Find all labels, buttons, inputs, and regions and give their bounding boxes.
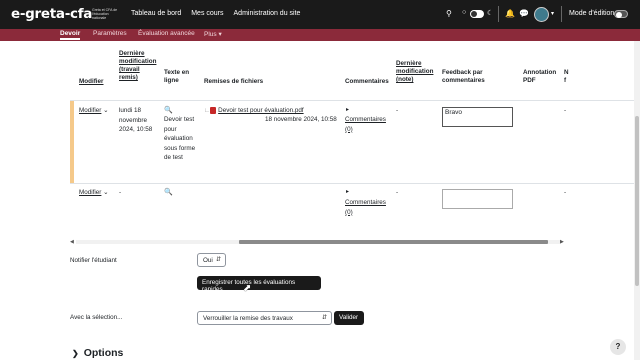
mouse-pointer-icon: ⬈: [243, 283, 252, 294]
bulk-label: Avec la sélection...: [70, 314, 123, 321]
header-derniere-modif-travail[interactable]: Dernière modification (travail remis): [119, 50, 159, 82]
nav-mes-cours[interactable]: Mes cours: [191, 10, 223, 17]
tab-parametres[interactable]: Paramètres: [93, 30, 127, 37]
row2-comments-toggle-icon[interactable]: ▸: [346, 188, 349, 198]
row-highlight: [70, 101, 74, 183]
notification-bell-icon[interactable]: 🔔: [505, 9, 515, 18]
theme-toggle[interactable]: [470, 10, 484, 18]
edit-mode-toggle[interactable]: [614, 10, 628, 18]
primary-nav: Tableau de bord Mes cours Administration…: [131, 10, 300, 17]
row2-search-icon[interactable]: 🔍: [164, 188, 173, 198]
scroll-thumb[interactable]: [239, 240, 548, 244]
bulk-action-select[interactable]: Verrouiller la remise des travaux ⇵: [197, 311, 332, 325]
row1-modifier[interactable]: Modifier ⌄: [79, 106, 108, 116]
header-truncated: N f: [564, 69, 569, 84]
tab-plus[interactable]: Plus ▾: [204, 30, 222, 38]
avatar[interactable]: [534, 7, 549, 22]
notify-select-value: Oui: [203, 257, 213, 264]
options-title: Options: [83, 347, 124, 359]
header-annotation-pdf: Annotation PDF: [523, 69, 557, 84]
messages-icon[interactable]: 💬: [519, 9, 529, 18]
chevron-down-icon[interactable]: ▾: [551, 10, 554, 17]
pdf-file-icon: [210, 106, 217, 114]
dark-mode-icon: ☾: [487, 10, 494, 17]
tab-evaluation-avancee[interactable]: Évaluation avancée: [138, 30, 195, 37]
updown-icon: ⇵: [215, 257, 221, 263]
valider-button[interactable]: Valider: [334, 311, 364, 325]
header-divider: [70, 100, 640, 101]
light-mode-icon: ○: [462, 9, 467, 16]
chevron-down-icon: ❯: [72, 349, 79, 358]
nav-tableau-de-bord[interactable]: Tableau de bord: [131, 10, 181, 17]
options-section-header[interactable]: ❯ Options: [72, 347, 123, 359]
row2-date: -: [119, 189, 122, 196]
row1-file-link[interactable]: Devoir test pour évaluation.pdf: [218, 107, 303, 114]
scroll-left-icon[interactable]: ◀: [70, 239, 74, 245]
row1-texte: Devoir test pour évaluation sous forme d…: [164, 116, 196, 161]
header-commentaires: Commentaires: [345, 78, 389, 85]
top-navbar: e-greta-cfa Greta et CFA de l'éducation …: [0, 0, 640, 29]
row1-modifier-link[interactable]: Modifier: [79, 107, 101, 114]
page-vertical-scrollbar[interactable]: [634, 41, 640, 360]
bulk-action-value: Verrouiller la remise des travaux: [203, 315, 293, 322]
row-divider: [70, 183, 640, 184]
page-scroll-thumb[interactable]: [635, 116, 639, 286]
site-logo-subtitle: Greta et CFA de l'éducation nationale: [92, 8, 118, 20]
header-texte-en-ligne: Texte en ligne: [164, 69, 190, 84]
search-icon[interactable]: ⚲: [446, 9, 452, 18]
row1-file-date: 18 novembre 2024, 10:58: [265, 116, 337, 123]
chevron-down-icon: ⌄: [103, 107, 109, 114]
updown-icon: ⇵: [321, 315, 327, 321]
table-horizontal-scrollbar[interactable]: ◀ ▶: [70, 239, 566, 245]
row2-modifier-link[interactable]: Modifier: [79, 189, 101, 196]
divider: [498, 6, 499, 22]
header-feedback: Feedback par commentaires: [442, 69, 485, 84]
secondary-nav: Devoir Paramètres Évaluation avancée Plu…: [0, 29, 640, 41]
notify-label: Notifier l'étudiant: [70, 257, 117, 264]
row2-modifier[interactable]: Modifier ⌄: [79, 188, 108, 198]
header-modifier: Modifier: [79, 78, 104, 85]
help-button[interactable]: ?: [610, 339, 626, 355]
divider: [561, 6, 562, 22]
row2-annotation: -: [564, 189, 567, 196]
row2-commentaires[interactable]: Commentaires (0): [345, 198, 389, 217]
row2-note-date: -: [396, 189, 399, 196]
scroll-right-icon[interactable]: ▶: [560, 239, 564, 245]
row1-date: lundi 18 novembre 2024, 10:58: [119, 107, 153, 133]
header-remises-fichiers: Remises de fichiers: [204, 78, 264, 85]
chevron-down-icon: ⌄: [103, 189, 109, 196]
notify-select[interactable]: Oui ⇵: [197, 253, 226, 267]
row2-feedback-field[interactable]: [442, 189, 513, 209]
edit-mode-label: Mode d'édition: [569, 10, 615, 17]
row1-annotation: -: [564, 107, 567, 114]
row1-feedback-field[interactable]: Bravo: [442, 107, 513, 127]
nav-administration[interactable]: Administration du site: [234, 10, 301, 17]
site-logo[interactable]: e-greta-cfa: [11, 6, 92, 22]
row1-note-date: -: [396, 107, 399, 114]
save-quick-grading-button[interactable]: Enregistrer toutes les évaluations rapid…: [197, 276, 321, 293]
row1-commentaires[interactable]: Commentaires (0): [345, 115, 389, 134]
tab-devoir[interactable]: Devoir: [60, 30, 81, 40]
header-derniere-modif-note[interactable]: Dernière modification (note): [396, 60, 436, 84]
